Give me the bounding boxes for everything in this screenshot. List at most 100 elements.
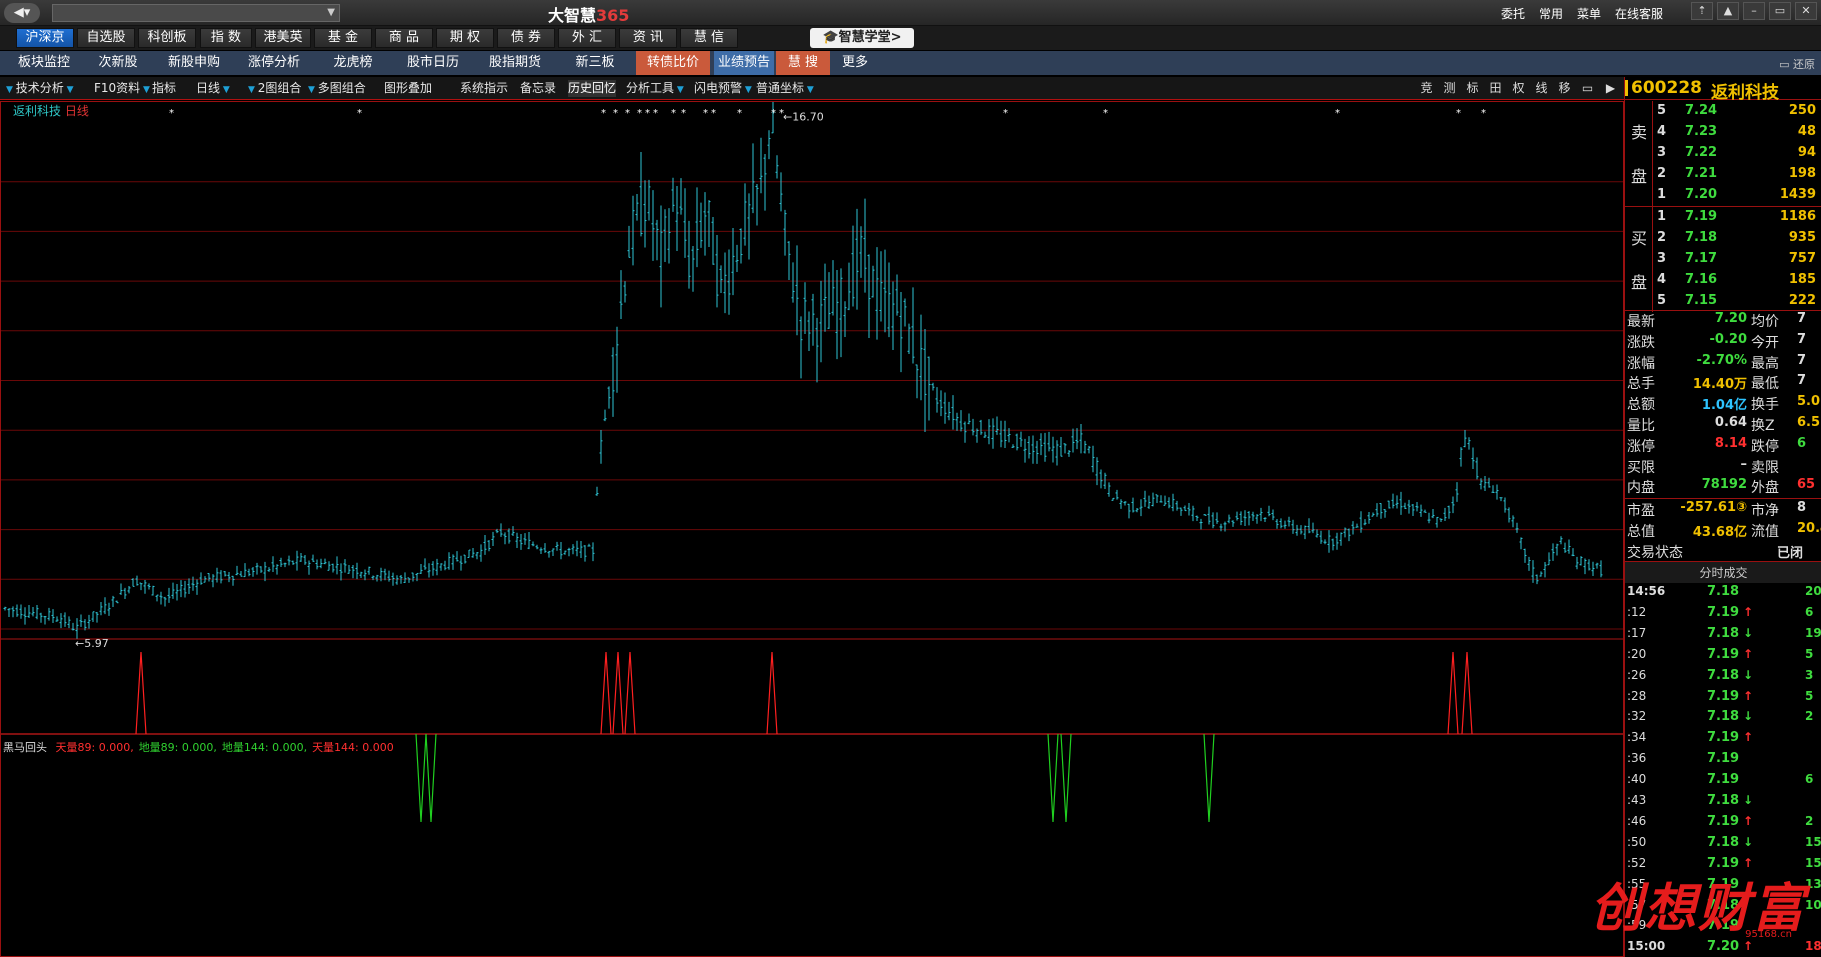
market-tab-9[interactable]: 外 汇 xyxy=(558,28,616,48)
market-tab-7[interactable]: 期 权 xyxy=(436,28,494,48)
asks-lv: 5 xyxy=(1657,103,1667,118)
toolbar-icon-6[interactable]: 移 xyxy=(1553,80,1576,97)
toolbar-icon-7[interactable]: ▭ xyxy=(1576,80,1599,97)
toolbar-icon-3[interactable]: 田 xyxy=(1484,80,1507,97)
toolbar-icon-1[interactable]: 测 xyxy=(1438,80,1461,97)
quote-value: – xyxy=(1740,456,1748,472)
event-marker: * xyxy=(671,108,676,119)
toolbar-item-12[interactable]: 普通坐标 ▼ xyxy=(756,80,814,97)
toolbar-icon-2[interactable]: 标 xyxy=(1461,80,1484,97)
toolbar-icon-5[interactable]: 线 xyxy=(1530,80,1553,97)
academy-button[interactable]: 🎓智慧学堂> xyxy=(810,28,914,48)
market-tab-3[interactable]: 指 数 xyxy=(200,28,252,48)
feature-tab-2[interactable]: 新股申购 xyxy=(156,51,232,75)
toolbar-item-11[interactable]: 闪电预警 ▼ xyxy=(694,80,752,97)
tick-direction-icon: ↓ xyxy=(1743,625,1754,640)
search-input[interactable]: ▼ xyxy=(52,4,340,22)
tick-row: :40 7.19 6 xyxy=(1625,772,1821,793)
toolbar-item-0[interactable]: ▼ 技术分析 ▼ xyxy=(6,80,74,97)
tick-row: :43 7.18 ↓ xyxy=(1625,793,1821,814)
toolbar-item-3[interactable]: 日线 ▼ xyxy=(196,80,230,97)
stock-marker xyxy=(1625,80,1628,96)
bids-row[interactable]: 4 7.16 185 xyxy=(1655,272,1820,293)
toolbar-icon-0[interactable]: 竞 xyxy=(1415,80,1438,97)
feature-tab-8[interactable]: 转债比价 xyxy=(636,51,710,75)
tick-time: :43 xyxy=(1627,793,1647,807)
bids-vol: 757 xyxy=(1788,251,1816,266)
bids-row[interactable]: 2 7.18 935 xyxy=(1655,230,1820,251)
market-tab-10[interactable]: 资 讯 xyxy=(619,28,677,48)
market-tab-0[interactable]: 沪深京 xyxy=(16,28,74,48)
market-tab-6[interactable]: 商 品 xyxy=(375,28,433,48)
market-tab-11[interactable]: 慧 信 xyxy=(680,28,738,48)
menu-main[interactable]: 菜单 xyxy=(1577,5,1601,22)
feature-tab-3[interactable]: 涨停分析 xyxy=(236,51,312,75)
tick-price: 7.19 xyxy=(1707,751,1740,767)
bids-px: 7.17 xyxy=(1685,251,1718,266)
tick-price: 7.19 xyxy=(1707,813,1740,829)
tick-time: :12 xyxy=(1627,604,1647,619)
pin-icon[interactable]: ▲ xyxy=(1717,2,1739,20)
feature-tab-1[interactable]: 次新股 xyxy=(84,51,152,75)
menu-common[interactable]: 常用 xyxy=(1539,5,1563,22)
quote-value: -257.61③ xyxy=(1680,500,1747,516)
chevron-down-icon[interactable]: ▼ xyxy=(327,7,335,18)
toolbar-icon-8[interactable]: ▶ xyxy=(1599,80,1622,97)
restore-button[interactable]: ▭ 还原 xyxy=(1779,56,1815,72)
window-controls: ⇡ ▲ – ▭ ✕ xyxy=(1691,2,1817,20)
asks-row[interactable]: 5 7.24 250 xyxy=(1655,103,1820,124)
menu-support[interactable]: 在线客服 xyxy=(1615,5,1663,22)
tick-direction-icon: ↓ xyxy=(1743,667,1754,682)
toolbar-item-1[interactable]: F10资料 ▼ xyxy=(94,80,150,97)
feature-tab-0[interactable]: 板块监控 xyxy=(10,51,78,75)
asks-row[interactable]: 4 7.23 48 xyxy=(1655,124,1820,145)
market-tab-8[interactable]: 债 券 xyxy=(497,28,555,48)
event-marker: * xyxy=(653,108,658,119)
menu-trade[interactable]: 委托 xyxy=(1501,5,1525,22)
asks-row[interactable]: 3 7.22 94 xyxy=(1655,145,1820,166)
feature-tab-9[interactable]: 业绩预告 xyxy=(714,51,774,75)
minimize-icon[interactable]: – xyxy=(1743,2,1765,20)
feature-tab-6[interactable]: 股指期货 xyxy=(476,51,554,75)
title-bar: ◀▾ ▼ 大智慧365 委托 常用 菜单 在线客服 ⇡ ▲ – ▭ ✕ xyxy=(0,0,1821,26)
quote-value: 14.40万 xyxy=(1692,377,1747,393)
market-tab-2[interactable]: 科创板 xyxy=(138,28,196,48)
tick-time: :28 xyxy=(1627,688,1647,703)
tick-row: :36 7.19 xyxy=(1625,751,1821,772)
close-icon[interactable]: ✕ xyxy=(1795,2,1817,20)
feature-tab-10[interactable]: 慧 搜 xyxy=(776,51,830,75)
maximize-icon[interactable]: ▭ xyxy=(1769,2,1791,20)
tick-volume: 6 xyxy=(1805,604,1814,619)
tian-spike xyxy=(600,651,612,735)
chart-canvas[interactable]: ←16.70←5.97* * * * * * * * * * * * * * * * * * * * xyxy=(1,102,1623,956)
toolbar-item-4[interactable]: ▼ 2图组合 xyxy=(248,80,301,97)
feature-tab-4[interactable]: 龙虎榜 xyxy=(316,51,390,75)
toolbar-item-7[interactable]: 系统指示 xyxy=(460,80,508,97)
upload-icon[interactable]: ⇡ xyxy=(1691,2,1713,20)
toolbar-item-6[interactable]: 图形叠加 xyxy=(384,80,432,97)
asks-row[interactable]: 1 7.20 1439 xyxy=(1655,187,1820,208)
bids-row[interactable]: 1 7.19 1186 xyxy=(1655,209,1820,230)
feature-tab-5[interactable]: 股市日历 xyxy=(394,51,472,75)
toolbar-item-5[interactable]: ▼ 多图组合 xyxy=(308,80,366,97)
market-tab-5[interactable]: 基 金 xyxy=(314,28,372,48)
dropdown-icon: ▼ xyxy=(674,85,684,95)
toolbar-icon-4[interactable]: 权 xyxy=(1507,80,1530,97)
feature-tab-11[interactable]: 更多 xyxy=(832,51,878,75)
toolbar-item-9[interactable]: 历史回忆 xyxy=(568,80,617,97)
toolbar-item-10[interactable]: 分析工具 ▼ xyxy=(626,80,684,97)
kline-chart[interactable]: ←16.70 ←5.97 * * * * * * * * * * * * * * * * * * * * 返利科技 日线 … xyxy=(0,101,1624,957)
bids-row[interactable]: 3 7.17 757 xyxy=(1655,251,1820,272)
feature-tab-7[interactable]: 新三板 xyxy=(558,51,632,75)
ticks-title[interactable]: 分时成交 xyxy=(1625,561,1821,583)
market-tab-1[interactable]: 自选股 xyxy=(77,28,135,48)
dropdown-icon: ▼ xyxy=(6,85,16,95)
toolbar-item-2[interactable]: 指标 xyxy=(152,80,176,97)
market-tab-4[interactable]: 港美英 xyxy=(255,28,311,48)
stock-name: 返利科技 xyxy=(1711,83,1779,103)
asks-row[interactable]: 2 7.21 198 xyxy=(1655,166,1820,187)
back-forward-icon[interactable]: ◀▾ xyxy=(4,3,40,23)
tick-price: 7.19 xyxy=(1707,772,1740,788)
tick-time: :20 xyxy=(1627,646,1647,661)
toolbar-item-8[interactable]: 备忘录 xyxy=(520,80,556,97)
